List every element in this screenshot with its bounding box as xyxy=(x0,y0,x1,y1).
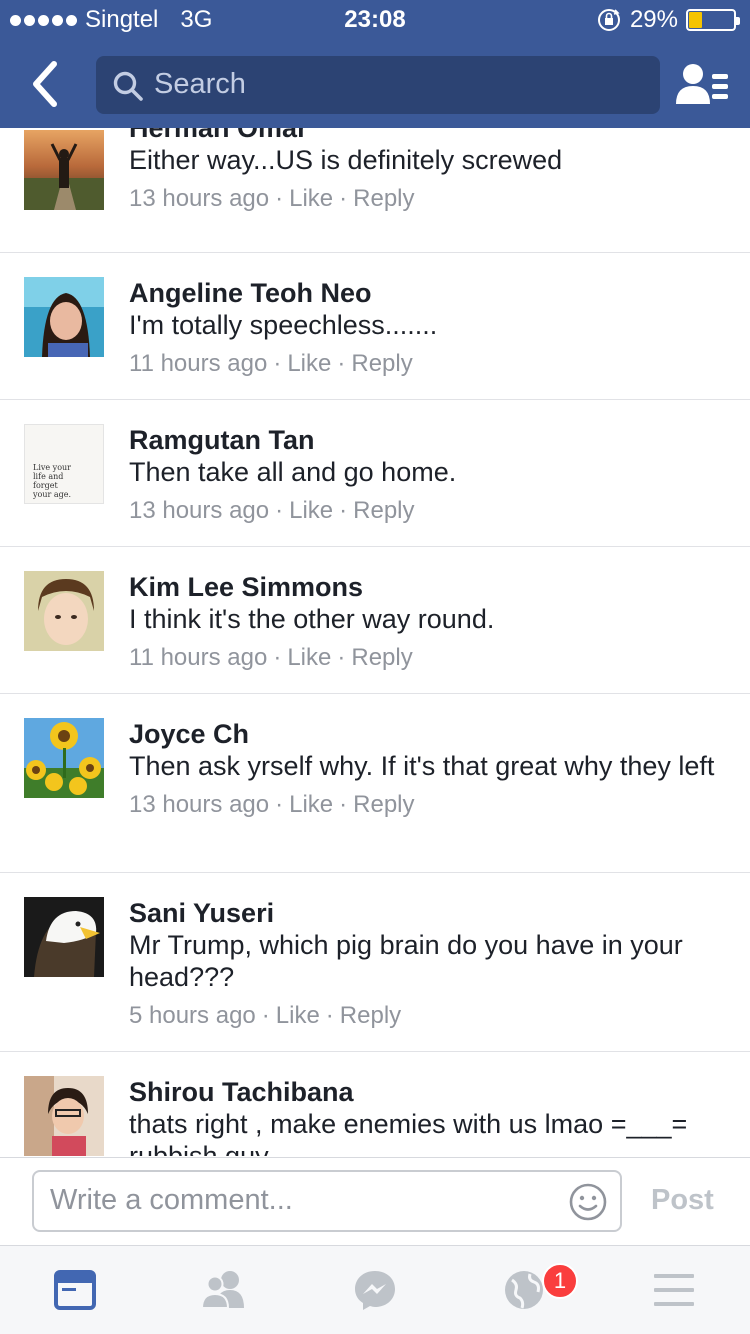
comment-item: Shirou Tachibana thats right , make enem… xyxy=(0,1052,750,1156)
rotation-lock-icon xyxy=(597,9,620,31)
comment-meta: 11 hours ago · Like · Reply xyxy=(129,350,413,377)
comment-timestamp: 13 hours ago xyxy=(129,185,270,212)
avatar[interactable]: Live your life and forget your age. xyxy=(24,424,104,504)
like-link[interactable]: Like xyxy=(287,350,331,377)
comment-text: I'm totally speechless....... xyxy=(129,310,438,340)
like-link[interactable]: Like xyxy=(289,791,333,818)
comments-list[interactable]: Herman Omar Either way...US is definitel… xyxy=(0,128,750,1156)
battery-icon xyxy=(686,9,740,31)
avatar[interactable] xyxy=(24,1076,104,1156)
avatar[interactable] xyxy=(24,897,104,977)
news-feed-icon xyxy=(54,1270,96,1310)
notification-badge: 1 xyxy=(542,1263,578,1299)
comment-timestamp: 13 hours ago xyxy=(129,791,270,818)
battery-info: 29% xyxy=(596,6,740,34)
comment-timestamp: 11 hours ago xyxy=(129,644,268,671)
comment-timestamp: 13 hours ago xyxy=(129,497,270,524)
comment-meta: 13 hours ago · Like · Reply xyxy=(129,791,415,818)
comment-timestamp: 5 hours ago xyxy=(129,1002,256,1029)
tab-news-feed[interactable] xyxy=(52,1268,100,1314)
comment-meta: 11 hours ago · Like · Reply xyxy=(129,644,413,671)
comment-author[interactable]: Kim Lee Simmons xyxy=(129,571,730,603)
reply-link[interactable]: Reply xyxy=(351,350,412,377)
comment-text: Either way...US is definitely screwed xyxy=(129,145,563,175)
comment-author[interactable]: Sani Yuseri xyxy=(129,897,730,929)
comment-author[interactable]: Shirou Tachibana xyxy=(129,1076,730,1108)
comment-author[interactable]: Angeline Teoh Neo xyxy=(129,277,730,309)
reply-link[interactable]: Reply xyxy=(353,185,414,212)
tab-messenger[interactable] xyxy=(352,1268,400,1314)
like-link[interactable]: Like xyxy=(287,644,331,671)
tab-bar xyxy=(0,1245,750,1334)
hamburger-menu-icon xyxy=(654,1274,694,1306)
comment-timestamp: 11 hours ago xyxy=(129,350,268,377)
reply-link[interactable]: Reply xyxy=(340,1002,401,1029)
navigation-header: Singtel 3G 23:08 29% Search xyxy=(0,0,750,128)
comment-item: Joyce Ch Then ask yrself why. If it's th… xyxy=(0,694,750,873)
comment-input[interactable]: Write a comment... xyxy=(32,1170,622,1232)
comment-item: Live your life and forget your age. Ramg… xyxy=(0,400,750,547)
reply-link[interactable]: Reply xyxy=(353,791,414,818)
messenger-icon xyxy=(355,1271,395,1310)
comment-meta: 13 hours ago · Like · Reply xyxy=(129,497,415,524)
comment-item: Kim Lee Simmons I think it's the other w… xyxy=(0,547,750,694)
like-link[interactable]: Like xyxy=(289,497,333,524)
search-icon xyxy=(113,71,143,101)
comment-text: I think it's the other way round. xyxy=(129,604,495,634)
comment-meta: 13 hours ago · Like · Reply xyxy=(129,185,415,212)
comment-item: Herman Omar Either way...US is definitel… xyxy=(0,128,750,253)
search-input[interactable]: Search xyxy=(96,56,660,114)
comment-text: Mr Trump, which pig brain do you have in… xyxy=(129,930,683,992)
battery-percent: 29% xyxy=(629,6,678,33)
comment-item: Sani Yuseri Mr Trump, which pig brain do… xyxy=(0,873,750,1052)
friends-list-button[interactable] xyxy=(676,62,730,108)
avatar[interactable] xyxy=(24,130,104,210)
status-bar: Singtel 3G 23:08 29% xyxy=(0,0,750,40)
search-placeholder: Search xyxy=(154,68,246,100)
emoji-icon[interactable] xyxy=(568,1182,608,1222)
tab-friend-requests[interactable] xyxy=(200,1268,248,1314)
avatar-quote: Live your life and forget your age. xyxy=(33,463,72,499)
person-list-icon xyxy=(676,64,728,104)
like-link[interactable]: Like xyxy=(289,185,333,212)
comment-author[interactable]: Herman Omar xyxy=(129,128,730,144)
comment-placeholder: Write a comment... xyxy=(50,1184,293,1216)
reply-link[interactable]: Reply xyxy=(353,497,414,524)
comment-composer: Write a comment... Post xyxy=(0,1157,750,1245)
globe-icon xyxy=(505,1271,543,1309)
avatar[interactable] xyxy=(24,571,104,651)
comment-text: Then ask yrself why. If it's that great … xyxy=(129,751,715,781)
comment-text: thats right , make enemies with us lmao … xyxy=(129,1109,688,1156)
tab-more[interactable] xyxy=(652,1268,700,1314)
back-button[interactable] xyxy=(24,60,68,108)
chevron-left-icon xyxy=(33,61,57,107)
post-button[interactable]: Post xyxy=(651,1184,714,1217)
comment-item: Angeline Teoh Neo I'm totally speechless… xyxy=(0,253,750,400)
comment-meta: 5 hours ago · Like · Reply xyxy=(129,1002,402,1029)
comment-text: Then take all and go home. xyxy=(129,457,457,487)
comment-author[interactable]: Joyce Ch xyxy=(129,718,730,750)
reply-link[interactable]: Reply xyxy=(351,644,412,671)
comment-author[interactable]: Ramgutan Tan xyxy=(129,424,730,456)
like-link[interactable]: Like xyxy=(276,1002,320,1029)
avatar[interactable] xyxy=(24,277,104,357)
avatar[interactable] xyxy=(24,718,104,798)
friends-icon xyxy=(200,1271,244,1309)
